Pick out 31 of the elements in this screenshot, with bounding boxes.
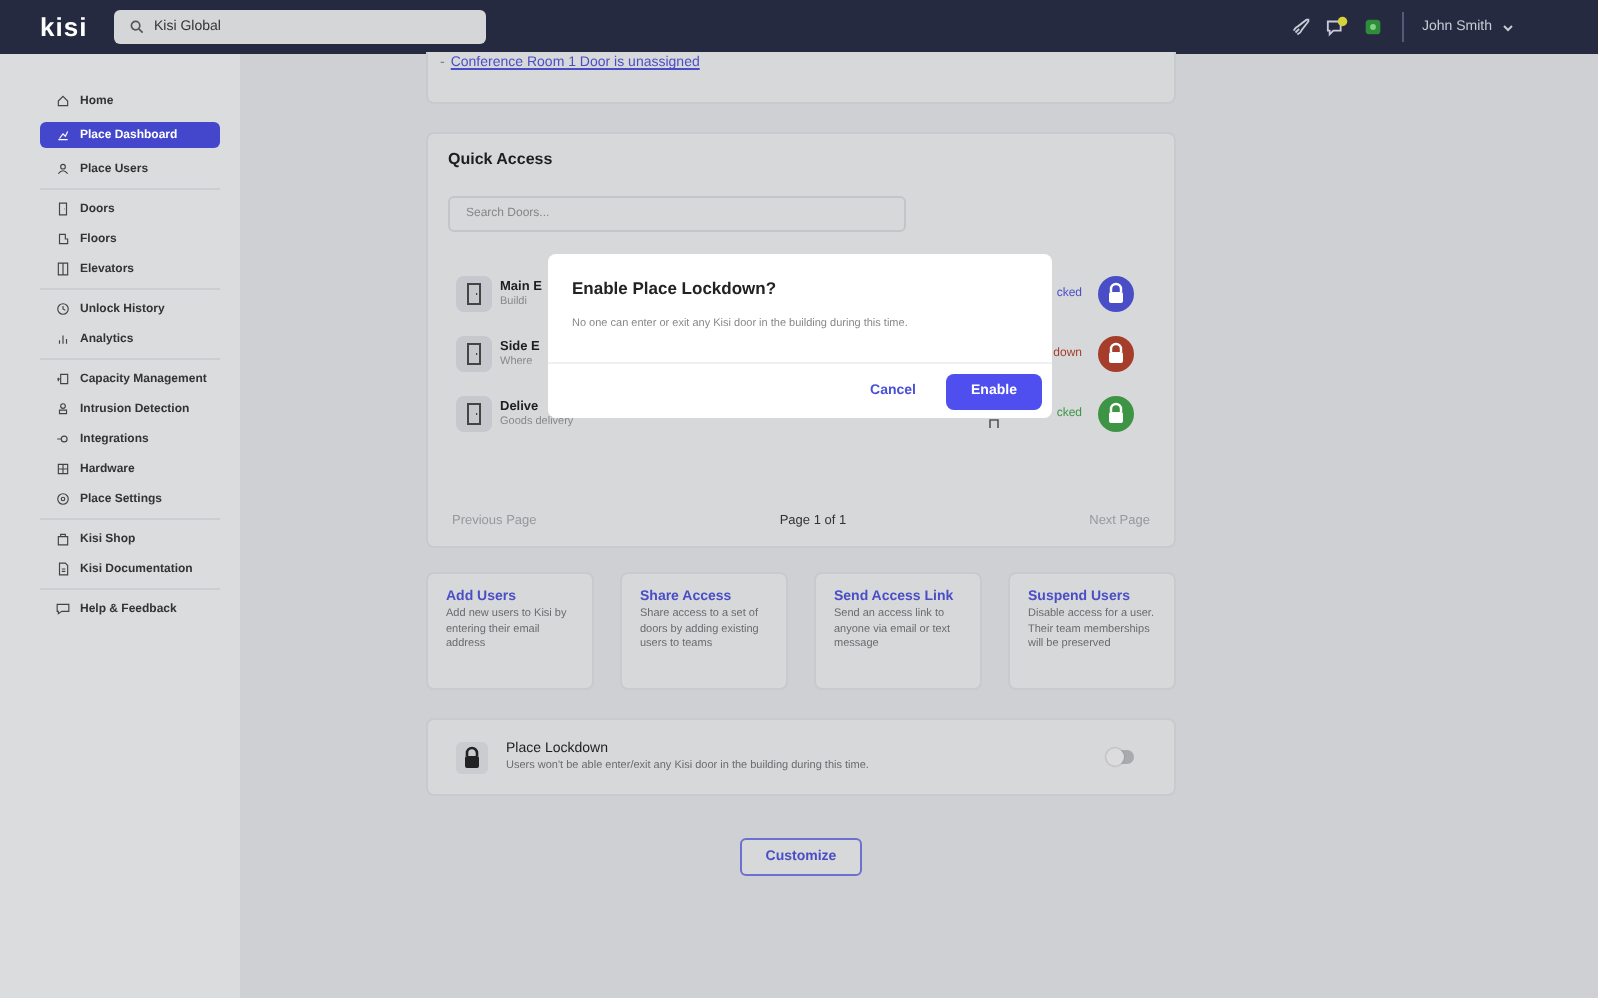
door-icon xyxy=(456,276,492,312)
search-icon xyxy=(130,20,144,34)
dialog-title: Enable Place Lockdown? xyxy=(572,278,779,298)
door-icon xyxy=(456,396,492,432)
bag-icon xyxy=(56,532,70,546)
plug-icon xyxy=(56,432,70,446)
user-icon xyxy=(56,162,70,176)
chat-icon[interactable] xyxy=(1325,16,1348,38)
elevator-icon xyxy=(56,262,70,276)
status-icon[interactable] xyxy=(1361,16,1384,38)
lockdown-toggle[interactable] xyxy=(1106,750,1134,764)
bars-icon xyxy=(56,332,70,346)
lock-button[interactable] xyxy=(1098,396,1134,432)
clock-icon xyxy=(56,302,70,316)
rocket-icon[interactable] xyxy=(1289,16,1312,38)
lock-button[interactable] xyxy=(1098,336,1134,372)
document-icon xyxy=(56,562,70,576)
section-title: Quick Access xyxy=(448,150,555,168)
door-icon xyxy=(56,202,70,216)
grid-icon xyxy=(56,462,70,476)
user-icon xyxy=(56,402,70,416)
caret-icon[interactable] xyxy=(1502,23,1514,31)
gear-icon xyxy=(56,492,70,506)
floors-icon xyxy=(56,232,70,246)
door-icon xyxy=(456,336,492,372)
logo[interactable]: kisi xyxy=(40,12,114,42)
chat-icon xyxy=(56,602,70,616)
lock-icon xyxy=(456,741,488,773)
home-icon xyxy=(56,94,70,108)
lock-button[interactable] xyxy=(1098,276,1134,312)
chart-icon xyxy=(56,128,70,142)
